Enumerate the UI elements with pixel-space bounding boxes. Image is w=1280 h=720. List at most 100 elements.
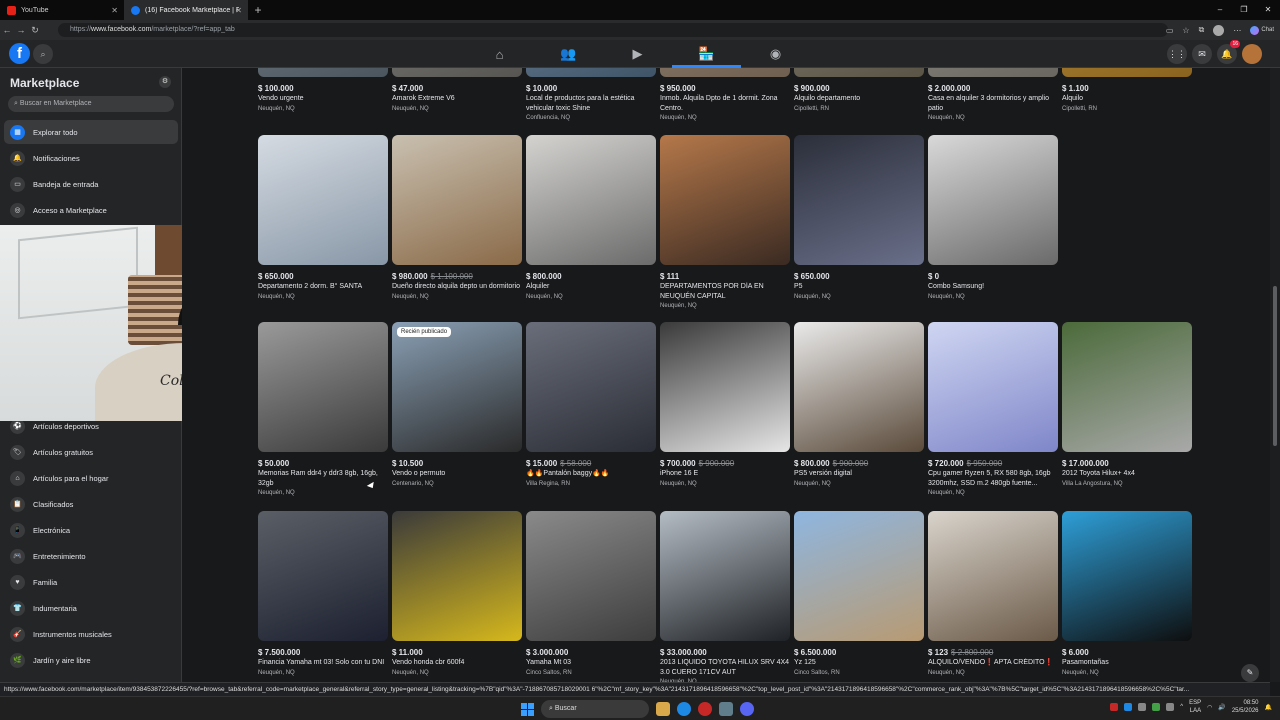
listing-photo[interactable] xyxy=(258,135,388,265)
sidebar-item-jardín-y-aire-libre[interactable]: 🌿 Jardín y aire libre xyxy=(4,648,178,672)
browser-tab[interactable]: YouTube ✕ xyxy=(0,0,124,20)
listing-card[interactable]: Recién publicado $ 10.500 Vendo o permuto C… xyxy=(392,322,522,487)
sidebar-item-acceso-a-marketplace[interactable]: ◎ Acceso a Marketplace xyxy=(4,198,178,222)
sidebar-item-notificaciones[interactable]: 🔔 Notificaciones xyxy=(4,146,178,170)
menu-grid-icon[interactable]: ⋮⋮ xyxy=(1167,44,1187,64)
compose-icon[interactable]: ✎ xyxy=(1241,664,1259,682)
listing-photo[interactable] xyxy=(392,511,522,641)
close-window-button[interactable]: ✕ xyxy=(1256,0,1280,20)
nav-tab-video[interactable]: ▶ xyxy=(603,40,672,68)
copilot-button[interactable]: Chat xyxy=(1250,25,1274,35)
messenger-icon[interactable]: ✉ xyxy=(1192,44,1212,64)
clock[interactable]: 08:50 25/5/2026 xyxy=(1232,699,1259,715)
listing-card[interactable]: $ 33.000.000 2013 LIQUIDO TOYOTA HILUX SR… xyxy=(660,511,790,682)
listing-photo[interactable] xyxy=(392,135,522,265)
language-indicator[interactable]: ESP LAA xyxy=(1189,699,1201,715)
browser-tab[interactable]: (16) Facebook Marketplace | Faceb✕ xyxy=(124,0,248,20)
marketplace-search-input[interactable]: ⌕ Buscar en Marketplace xyxy=(8,96,174,112)
listing-card[interactable]: $ 650.000 Departamento 2 dorm. B° SANTA Ne… xyxy=(258,135,388,300)
reader-icon[interactable]: ▭ xyxy=(1166,26,1174,35)
listing-photo[interactable] xyxy=(1062,322,1192,452)
listing-photo[interactable] xyxy=(928,68,1058,77)
browser-menu-icon[interactable]: ⋯ xyxy=(1233,26,1241,35)
listing-card[interactable]: $ 700.000 $ 900.000 iPhone 16 E Neuquén, NQ xyxy=(660,322,790,487)
sidebar-item-explorar-todo[interactable]: ▦ Explorar todo xyxy=(4,120,178,144)
sidebar-item-artículos-para-el-hogar[interactable]: ⌂ Artículos para el hogar xyxy=(4,466,178,490)
listing-photo[interactable] xyxy=(794,135,924,265)
listing-card[interactable]: $ 15.000 $ 58.000 🔥🔥Pantalón baggy🔥🔥 Villa … xyxy=(526,322,656,487)
listing-card[interactable]: $ 800.000 Alquiler Neuquén, NQ xyxy=(526,135,656,300)
listing-photo[interactable] xyxy=(258,322,388,452)
listing-photo[interactable] xyxy=(928,135,1058,265)
listing-card[interactable]: $ 47.000 Amarok Extreme V6 Neuquén, NQ xyxy=(392,68,522,112)
listing-card[interactable]: $ 100.000 Vendo urgente Neuquén, NQ xyxy=(258,68,388,112)
file-explorer-icon[interactable] xyxy=(656,702,670,716)
listing-card[interactable]: $ 1.100 Alquilo Cipolletti, RN xyxy=(1062,68,1192,112)
wifi-icon[interactable]: ◠ xyxy=(1207,704,1212,711)
listing-photo[interactable] xyxy=(794,511,924,641)
listing-card[interactable]: $ 800.000 $ 900.000 PS5 versión digital Neu… xyxy=(794,322,924,487)
profile-avatar[interactable] xyxy=(1242,44,1262,64)
close-tab-icon[interactable]: ✕ xyxy=(235,6,242,15)
listing-card[interactable]: $ 111 DEPARTAMENTOS POR DÍA EN NEUQUÉN CA… xyxy=(660,135,790,309)
listing-card[interactable]: $ 6.000 Pasamontañas Neuquén, NQ xyxy=(1062,511,1192,676)
minimize-button[interactable]: – xyxy=(1208,0,1232,20)
extensions-icon[interactable]: ⧉ xyxy=(1199,25,1205,35)
listing-card[interactable]: $ 7.500.000 Financia Yamaha mt 03! Solo c… xyxy=(258,511,388,676)
sidebar-item-familia[interactable]: ♥ Familia xyxy=(4,570,178,594)
tray-app-icon[interactable] xyxy=(1138,703,1147,711)
calculator-icon[interactable] xyxy=(719,702,733,716)
listing-card[interactable]: $ 10.000 Local de productos para la estét… xyxy=(526,68,656,121)
listing-card[interactable]: $ 6.500.000 Yz 125 Cinco Saltos, RN xyxy=(794,511,924,676)
listing-photo[interactable] xyxy=(258,68,388,77)
listing-photo[interactable] xyxy=(928,322,1058,452)
windows-start-icon[interactable] xyxy=(521,702,534,716)
sidebar-item-indumentaria[interactable]: 👕 Indumentaria xyxy=(4,596,178,620)
sidebar-item-clasificados[interactable]: 📋 Clasificados xyxy=(4,492,178,516)
nav-tab-groups[interactable]: ◉ xyxy=(741,40,810,68)
reload-icon[interactable]: ↻ xyxy=(28,25,42,36)
search-icon[interactable]: ⌕ xyxy=(33,44,53,64)
sidebar-item-artículos-gratuitos[interactable]: 🏷 Artículos gratuitos xyxy=(4,440,178,464)
tray-chevron-icon[interactable]: ^ xyxy=(1180,704,1183,710)
volume-icon[interactable]: 🔊 xyxy=(1218,704,1225,711)
sidebar-item-bandeja-de-entrada[interactable]: ▭ Bandeja de entrada xyxy=(4,172,178,196)
listing-photo[interactable] xyxy=(526,135,656,265)
listing-card[interactable]: $ 50.000 Memorias Ram ddr4 y ddr3 8gb, 16… xyxy=(258,322,388,496)
app-icon[interactable] xyxy=(698,702,712,716)
back-icon[interactable]: ← xyxy=(0,25,14,35)
favorite-star-icon[interactable]: ☆ xyxy=(1182,26,1189,35)
page-scrollbar[interactable] xyxy=(1270,68,1280,682)
tray-app-icon[interactable] xyxy=(1152,703,1161,711)
sidebar-item-electrónica[interactable]: 📱 Electrónica xyxy=(4,518,178,542)
listing-photo[interactable] xyxy=(928,511,1058,641)
listing-photo[interactable] xyxy=(1062,68,1192,77)
listing-card[interactable]: $ 720.000 $ 950.000 Cpu gamer Ryzen 5, RX … xyxy=(928,322,1058,496)
listing-photo[interactable] xyxy=(794,68,924,77)
listing-photo[interactable] xyxy=(660,68,790,77)
taskbar-search[interactable]: ⌕ Buscar xyxy=(541,700,649,718)
listing-card[interactable]: $ 0 Combo Samsung! Neuquén, NQ xyxy=(928,135,1058,300)
discord-icon[interactable] xyxy=(740,702,754,716)
listing-photo[interactable] xyxy=(660,135,790,265)
listing-card[interactable]: $ 17.000.000 2012 Toyota Hilux+ 4x4 Villa … xyxy=(1062,322,1192,487)
edge-icon[interactable] xyxy=(677,702,691,716)
listing-card[interactable]: $ 3.000.000 Yamaha Mt 03 Cinco Saltos, RN xyxy=(526,511,656,676)
notifications-bell-icon[interactable]: 🔔 16 xyxy=(1217,40,1240,64)
listing-photo[interactable] xyxy=(660,322,790,452)
tray-app-icon[interactable] xyxy=(1124,703,1133,711)
facebook-logo-icon[interactable]: f xyxy=(9,43,30,64)
browser-profile-avatar[interactable] xyxy=(1213,24,1225,36)
listing-card[interactable]: $ 2.000.000 Casa en alquiler 3 dormitorio… xyxy=(928,68,1058,121)
nav-tab-home[interactable]: ⌂ xyxy=(465,40,534,68)
listing-photo[interactable] xyxy=(258,511,388,641)
listing-photo[interactable] xyxy=(660,511,790,641)
listing-photo[interactable]: Recién publicado xyxy=(392,322,522,452)
listing-card[interactable]: $ 650.000 P5 Neuquén, NQ xyxy=(794,135,924,300)
url-field[interactable]: https://www.facebook.com/marketplace/?re… xyxy=(58,23,1168,37)
settings-gear-icon[interactable]: ⚙ xyxy=(159,76,171,88)
notification-center-icon[interactable]: 🔔 xyxy=(1265,704,1272,711)
sidebar-item-entretenimiento[interactable]: 🎮 Entretenimiento xyxy=(4,544,178,568)
forward-icon[interactable]: → xyxy=(14,25,28,35)
listing-card[interactable]: $ 900.000 Alquilo departamento Cipolletti,… xyxy=(794,68,924,112)
